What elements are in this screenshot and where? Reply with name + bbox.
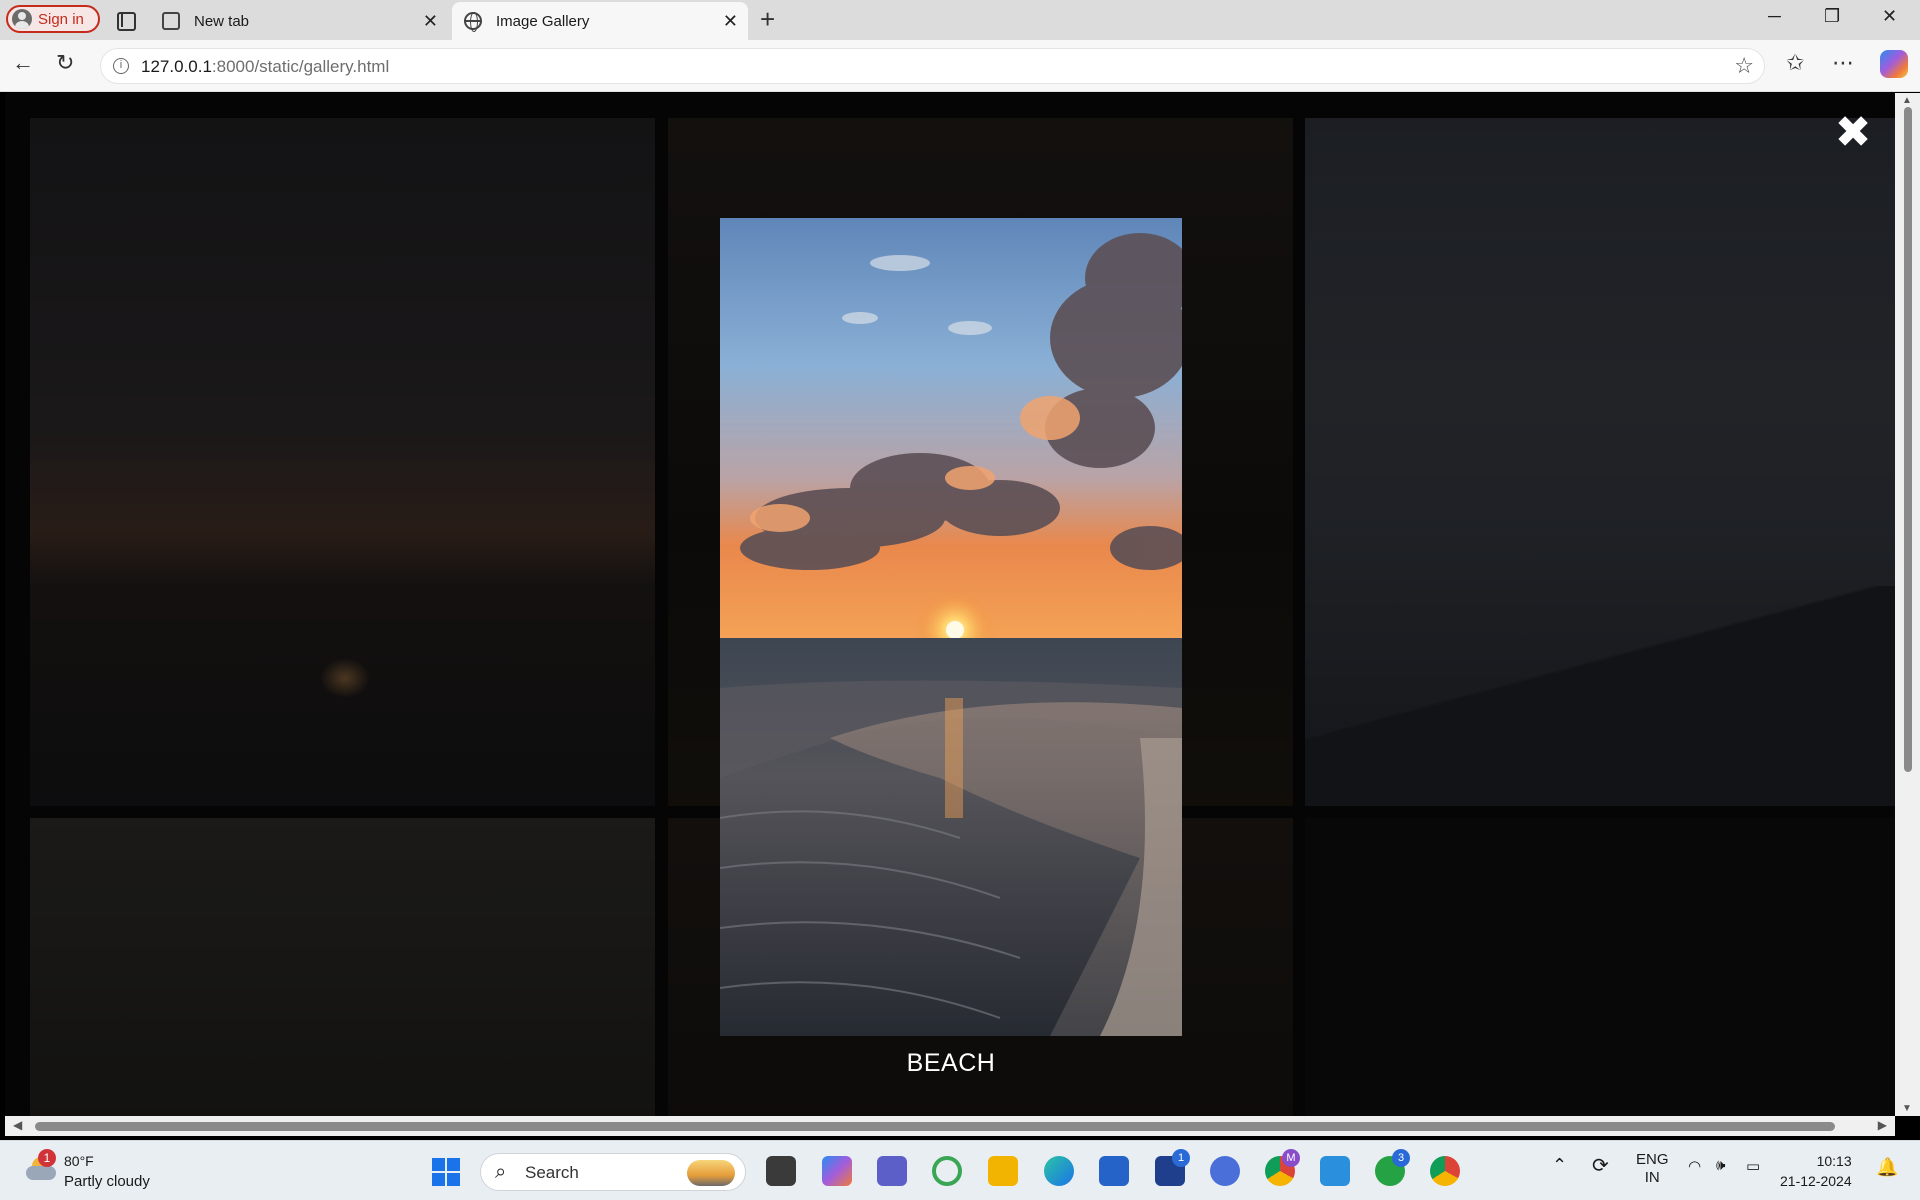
chrome-icon[interactable] bbox=[1430, 1156, 1460, 1186]
weather-badge: 1 bbox=[38, 1149, 56, 1167]
reload-icon[interactable]: ↻ bbox=[56, 50, 74, 76]
sync-app-icon[interactable] bbox=[932, 1156, 962, 1186]
sync-status-icon[interactable]: ⟳ bbox=[1592, 1153, 1609, 1178]
vpn-app-icon[interactable] bbox=[1210, 1156, 1240, 1186]
show-hidden-icons[interactable]: ⌃ bbox=[1552, 1155, 1567, 1176]
globe-icon bbox=[464, 12, 482, 32]
search-icon: ⌕ bbox=[495, 1161, 507, 1183]
favorites-icon[interactable]: ✩ bbox=[1786, 50, 1804, 76]
tab-new-tab[interactable]: New tab ✕ bbox=[150, 2, 448, 40]
date: 21-12-2024 bbox=[1780, 1173, 1852, 1189]
battery-icon[interactable]: ▭ bbox=[1746, 1157, 1760, 1175]
url-text: 127.0.0.1:8000/static/gallery.html bbox=[141, 57, 389, 77]
weather-widget[interactable]: 1 80°F Partly cloudy bbox=[22, 1149, 192, 1193]
scroll-up-icon[interactable]: ▲ bbox=[1902, 95, 1912, 106]
minimize-icon[interactable]: ─ bbox=[1768, 6, 1781, 27]
tab-strip: Sign in New tab ✕ Image Gallery ✕ + ─ ❐ … bbox=[0, 0, 1920, 40]
file-explorer-icon[interactable] bbox=[988, 1156, 1018, 1186]
site-info-icon[interactable]: i bbox=[113, 58, 129, 74]
region-code: IN bbox=[1644, 1169, 1660, 1186]
close-window-icon[interactable]: ✕ bbox=[1882, 6, 1897, 27]
copilot-icon[interactable] bbox=[1880, 50, 1908, 78]
notification-bell-icon[interactable]: 🔔 bbox=[1876, 1157, 1898, 1178]
browser-toolbar: ← ↻ i 127.0.0.1:8000/static/gallery.html… bbox=[0, 40, 1920, 92]
start-button[interactable] bbox=[432, 1158, 460, 1186]
wifi-icon[interactable]: ◠ bbox=[1688, 1157, 1701, 1175]
vertical-scroll-thumb[interactable] bbox=[1904, 107, 1912, 772]
new-tab-page-icon bbox=[162, 12, 180, 30]
windows-logo-pane bbox=[447, 1158, 460, 1171]
close-tab-icon[interactable]: ✕ bbox=[423, 11, 438, 32]
taskbar-search[interactable]: ⌕ Search bbox=[480, 1153, 746, 1191]
horizontal-scrollbar[interactable]: ◀ ▶ bbox=[5, 1116, 1895, 1136]
taskbar: 1 80°F Partly cloudy ⌕ Search 1 M 3 ⌃ ⟳ … bbox=[0, 1140, 1920, 1200]
search-placeholder: Search bbox=[525, 1163, 579, 1182]
windows-logo-icon bbox=[432, 1158, 445, 1171]
horizontal-scroll-thumb[interactable] bbox=[35, 1122, 1835, 1131]
whatsapp-badge: 3 bbox=[1392, 1149, 1410, 1167]
language-code: ENG bbox=[1636, 1151, 1669, 1168]
back-icon[interactable]: ← bbox=[12, 50, 34, 76]
address-bar[interactable]: i 127.0.0.1:8000/static/gallery.html ☆ bbox=[100, 48, 1765, 84]
language-indicator[interactable]: ENG IN bbox=[1636, 1151, 1669, 1187]
tab-title: New tab bbox=[194, 12, 250, 30]
lightbox-image bbox=[720, 218, 1182, 1036]
weather-condition: Partly cloudy bbox=[64, 1173, 150, 1190]
weather-temp: 80°F bbox=[64, 1153, 94, 1169]
restore-icon[interactable]: ❐ bbox=[1824, 6, 1840, 27]
l-app-badge: 1 bbox=[1172, 1149, 1190, 1167]
edge-icon[interactable] bbox=[1044, 1156, 1074, 1186]
volume-icon[interactable]: 🕪 bbox=[1716, 1157, 1725, 1174]
url-host: 127.0.0.1 bbox=[141, 57, 212, 76]
vscode-icon[interactable] bbox=[1320, 1156, 1350, 1186]
url-path: :8000/static/gallery.html bbox=[211, 57, 390, 76]
chrome-profile-badge: M bbox=[1282, 1149, 1300, 1167]
beach-sunset-photo bbox=[720, 218, 1182, 1036]
lightbox-caption: BEACH bbox=[906, 1049, 996, 1077]
vertical-scrollbar[interactable]: ▲ ▼ bbox=[1895, 93, 1920, 1116]
favorite-star-icon[interactable]: ☆ bbox=[1734, 53, 1754, 79]
tab-actions-icon[interactable] bbox=[112, 8, 138, 32]
profile-icon bbox=[12, 9, 32, 29]
more-options-icon[interactable]: ⋯ bbox=[1832, 50, 1854, 76]
store-icon[interactable] bbox=[1099, 1156, 1129, 1186]
task-view-icon[interactable] bbox=[766, 1156, 796, 1186]
sign-in-button[interactable]: Sign in bbox=[6, 5, 100, 33]
sign-in-label: Sign in bbox=[38, 10, 84, 28]
close-tab-icon[interactable]: ✕ bbox=[723, 11, 738, 32]
search-highlight-image bbox=[687, 1160, 735, 1186]
windows-logo-pane bbox=[447, 1173, 460, 1186]
gallery-page: ✖ BEACH bbox=[5, 93, 1895, 1116]
scroll-left-icon[interactable]: ◀ bbox=[13, 1118, 22, 1132]
new-tab-button[interactable]: + bbox=[760, 4, 775, 35]
scroll-right-icon[interactable]: ▶ bbox=[1878, 1118, 1887, 1132]
tab-title: Image Gallery bbox=[496, 12, 590, 30]
clock[interactable]: 10:13 21-12-2024 bbox=[1780, 1151, 1852, 1191]
lightbox-close-button[interactable]: ✖ bbox=[1833, 111, 1873, 155]
tab-image-gallery[interactable]: Image Gallery ✕ bbox=[452, 2, 748, 40]
teams-icon[interactable] bbox=[877, 1156, 907, 1186]
scroll-down-icon[interactable]: ▼ bbox=[1902, 1103, 1912, 1114]
copilot-app-icon[interactable] bbox=[822, 1156, 852, 1186]
windows-logo-pane bbox=[432, 1173, 445, 1186]
time: 10:13 bbox=[1816, 1153, 1852, 1169]
